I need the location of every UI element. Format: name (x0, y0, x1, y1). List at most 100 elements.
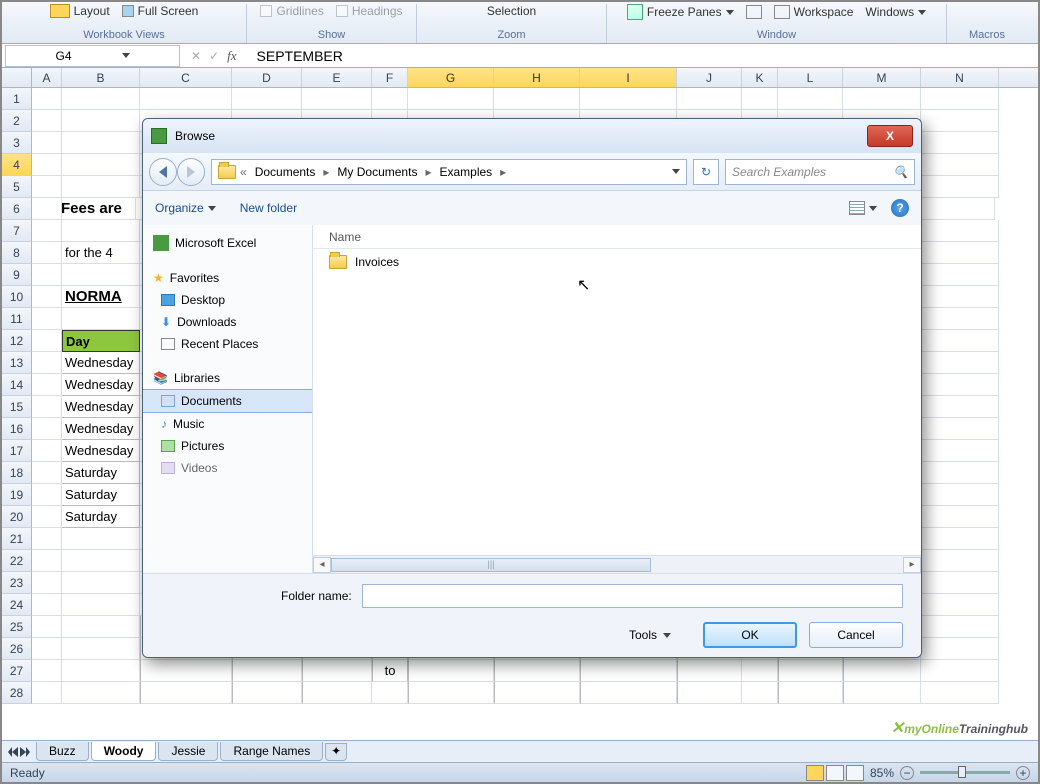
cell[interactable]: Day (62, 330, 140, 352)
rowhead[interactable]: 7 (2, 220, 32, 242)
cell[interactable] (778, 660, 843, 682)
zoom-in-button[interactable]: + (1016, 766, 1030, 780)
cell[interactable]: Wednesday (62, 396, 140, 418)
cell[interactable]: NORMA (62, 286, 140, 308)
cell[interactable] (921, 528, 999, 550)
cell[interactable]: Fees are (58, 198, 136, 220)
cell[interactable]: Wednesday (62, 440, 140, 462)
navigation-tree[interactable]: Microsoft Excel ★Favorites Desktop ⬇Down… (143, 225, 313, 573)
rowhead[interactable]: 11 (2, 308, 32, 330)
rowhead[interactable]: 5 (2, 176, 32, 198)
cell[interactable]: Wednesday (62, 352, 140, 374)
cell[interactable] (62, 154, 140, 176)
rowhead[interactable]: 14 (2, 374, 32, 396)
rowhead[interactable]: 17 (2, 440, 32, 462)
freeze-panes-button[interactable]: Freeze Panes (627, 4, 734, 20)
formula-input[interactable] (245, 48, 438, 64)
cell[interactable] (32, 638, 62, 660)
cell[interactable] (372, 682, 408, 704)
layout-button[interactable]: Layout (50, 4, 110, 18)
cell[interactable] (32, 154, 62, 176)
cell[interactable] (778, 682, 843, 704)
nav-back-button[interactable] (149, 158, 177, 186)
cell[interactable] (32, 352, 62, 374)
cell[interactable] (32, 308, 62, 330)
cell[interactable] (921, 242, 999, 264)
colhead-I[interactable]: I (580, 68, 677, 87)
headings-checkbox[interactable]: Headings (336, 4, 403, 18)
cell[interactable] (921, 462, 999, 484)
cell[interactable] (32, 264, 62, 286)
rowhead[interactable]: 10 (2, 286, 32, 308)
cell[interactable]: Wednesday (62, 418, 140, 440)
cell[interactable] (921, 572, 999, 594)
cell[interactable] (302, 660, 372, 682)
cell[interactable] (32, 682, 62, 704)
cell[interactable] (921, 286, 999, 308)
cell[interactable] (921, 154, 999, 176)
tree-item-libraries[interactable]: 📚Libraries (143, 367, 312, 389)
cell[interactable] (921, 506, 999, 528)
horizontal-scrollbar[interactable]: ◂ ||| ▸ (313, 555, 921, 573)
refresh-button[interactable]: ↻ (693, 159, 719, 185)
cell[interactable] (232, 682, 302, 704)
colhead-H[interactable]: H (494, 68, 580, 87)
cell[interactable] (62, 616, 140, 638)
cell[interactable] (62, 220, 140, 242)
cell[interactable] (32, 176, 62, 198)
cell[interactable] (921, 418, 999, 440)
cell[interactable] (921, 484, 999, 506)
cell[interactable] (843, 682, 921, 704)
cell[interactable] (62, 176, 140, 198)
rowhead[interactable]: 3 (2, 132, 32, 154)
save-workspace-button[interactable]: Workspace (774, 5, 854, 19)
cell[interactable] (32, 440, 62, 462)
cell[interactable] (32, 550, 62, 572)
list-column-name[interactable]: Name (313, 225, 921, 249)
cell[interactable] (32, 660, 62, 682)
colhead-E[interactable]: E (302, 68, 372, 87)
chevron-down-icon[interactable] (672, 169, 680, 174)
tree-item-excel[interactable]: Microsoft Excel (143, 231, 312, 255)
folder-name-input[interactable] (362, 584, 903, 608)
colhead-G[interactable]: G (408, 68, 494, 87)
cell[interactable] (62, 594, 140, 616)
sheet-tab[interactable]: Range Names (220, 742, 323, 761)
cell[interactable] (32, 132, 62, 154)
chevron-down-icon[interactable] (122, 53, 130, 58)
name-box[interactable]: G4 (5, 45, 180, 67)
cell[interactable] (32, 572, 62, 594)
colhead-C[interactable]: C (140, 68, 232, 87)
cell[interactable] (921, 374, 999, 396)
rowhead[interactable]: 9 (2, 264, 32, 286)
cell[interactable] (580, 682, 677, 704)
windows-button[interactable]: Windows (865, 5, 926, 19)
cancel-icon[interactable]: ✕ (191, 49, 201, 63)
rowhead[interactable]: 21 (2, 528, 32, 550)
rowhead[interactable]: 22 (2, 550, 32, 572)
cell[interactable] (921, 308, 999, 330)
cell[interactable] (32, 110, 62, 132)
cell[interactable] (921, 220, 999, 242)
cell[interactable] (32, 374, 62, 396)
colhead-K[interactable]: K (742, 68, 778, 87)
cell[interactable] (62, 132, 140, 154)
view-normal-button[interactable] (806, 765, 824, 781)
cell[interactable] (372, 88, 408, 110)
cell[interactable] (580, 660, 677, 682)
cell[interactable] (32, 528, 62, 550)
fullscreen-button[interactable]: Full Screen (122, 4, 199, 18)
rowhead[interactable]: 13 (2, 352, 32, 374)
cell[interactable] (742, 682, 778, 704)
colhead-N[interactable]: N (921, 68, 999, 87)
cell[interactable] (232, 660, 302, 682)
rowhead[interactable]: 16 (2, 418, 32, 440)
cell[interactable] (921, 594, 999, 616)
cell[interactable] (677, 660, 742, 682)
tree-item-favorites[interactable]: ★Favorites (143, 267, 312, 289)
rowhead[interactable]: 18 (2, 462, 32, 484)
tree-item-videos[interactable]: Videos (143, 457, 312, 479)
cell[interactable] (62, 572, 140, 594)
cell[interactable] (140, 682, 232, 704)
cell[interactable] (32, 286, 62, 308)
